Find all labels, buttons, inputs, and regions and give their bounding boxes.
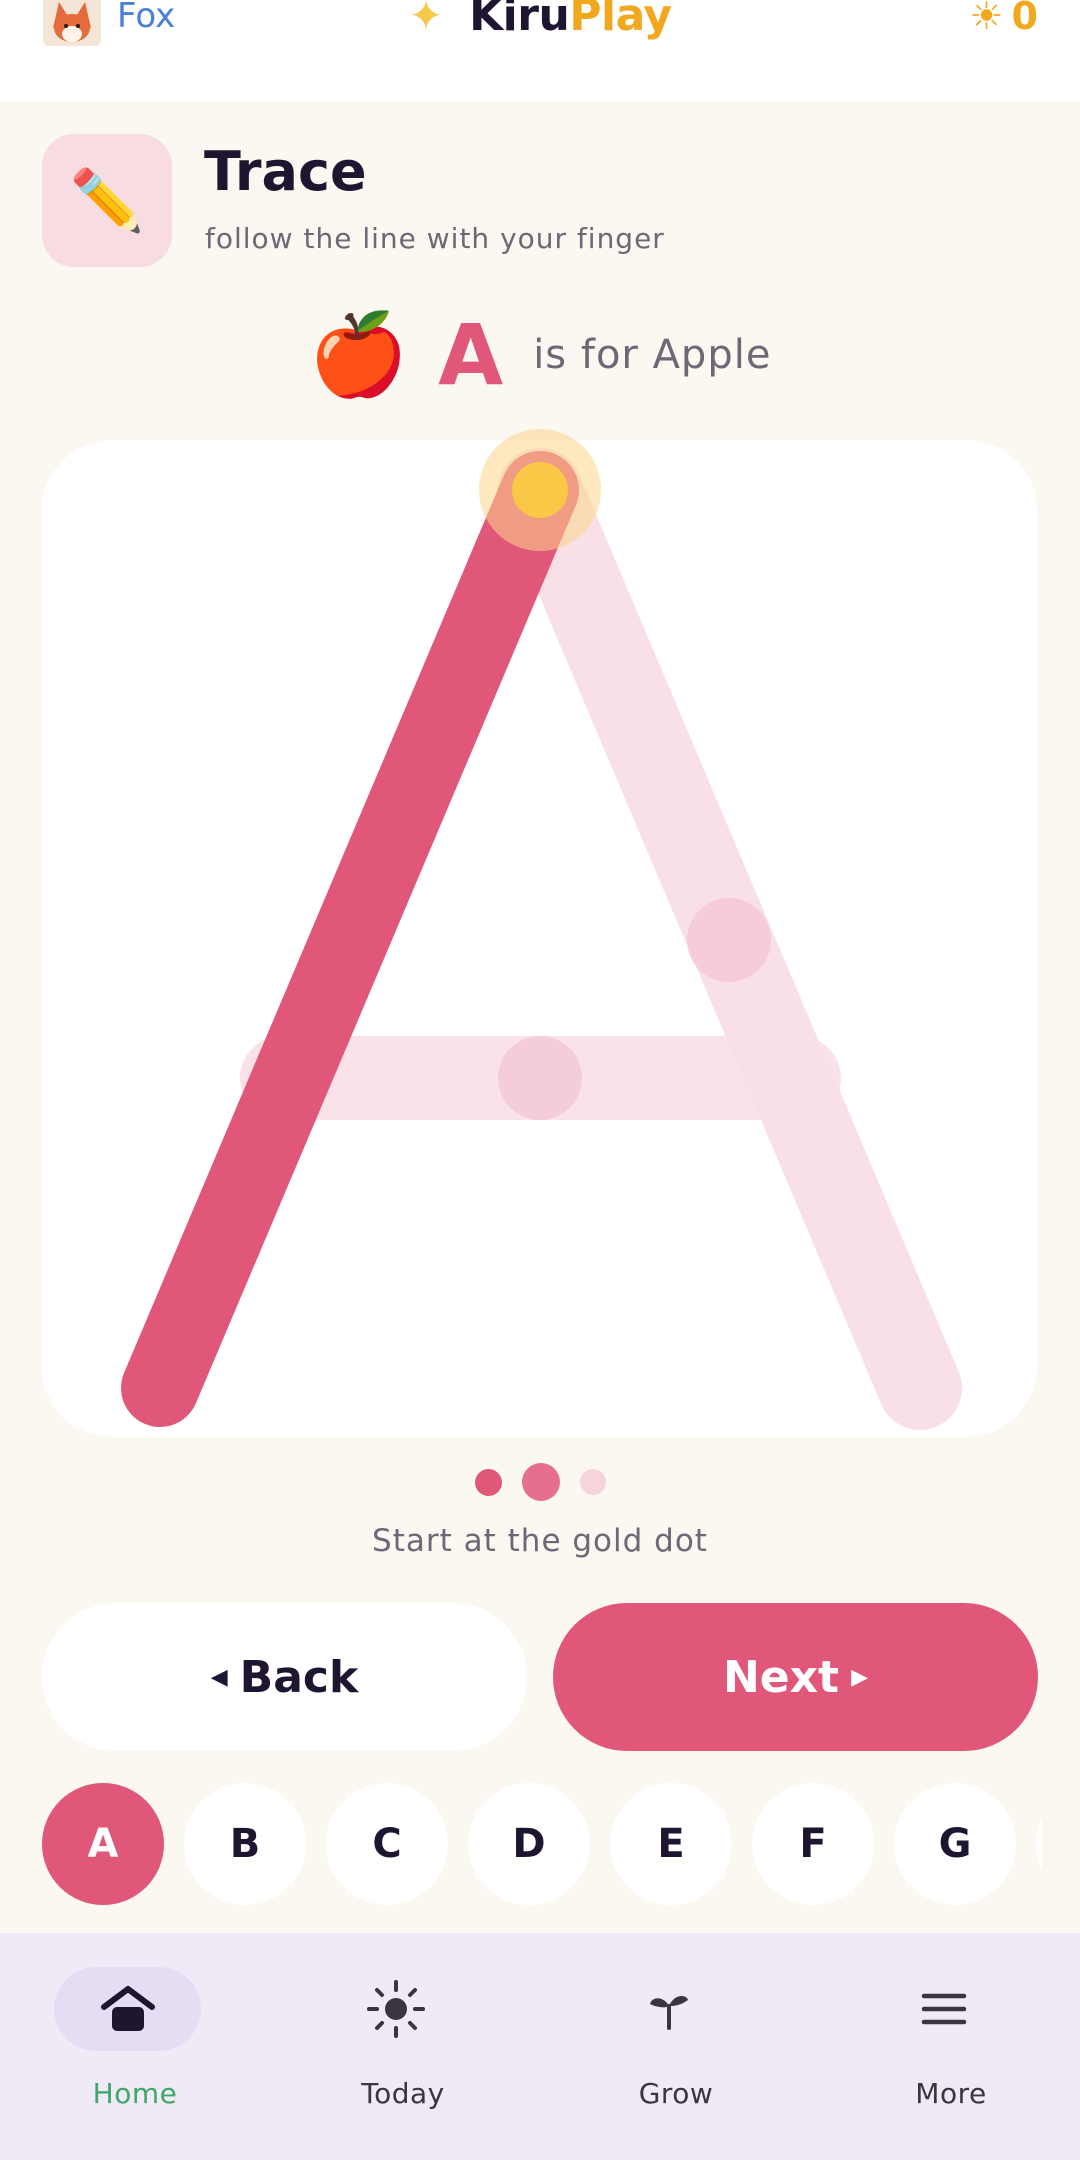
back-button[interactable]: ◀ Back: [42, 1603, 527, 1751]
letter-chip[interactable]: C: [326, 1783, 448, 1905]
traced-stroke-left: [121, 451, 579, 1427]
progress-dot-current: [521, 1463, 560, 1501]
menu-icon: [870, 1967, 1017, 2051]
letter-chip[interactable]: F: [752, 1783, 874, 1905]
nav-label-today: Today: [361, 2077, 445, 2110]
left-arrow-icon: ◀: [210, 1664, 228, 1690]
next-button[interactable]: Next ▶: [553, 1603, 1038, 1751]
letter-picker[interactable]: A B C D E F G H: [42, 1783, 1042, 1905]
checkpoint-dot: [498, 1036, 582, 1120]
nav-label-grow: Grow: [638, 2077, 714, 2110]
right-arrow-icon: ▶: [851, 1664, 868, 1690]
start-dot[interactable]: [512, 462, 568, 518]
nav-grow[interactable]: Grow: [541, 1933, 811, 2160]
sun-icon: [322, 1967, 469, 2051]
nav-more[interactable]: More: [816, 1933, 1080, 2160]
home-icon: [54, 1967, 201, 2051]
next-label: Next: [722, 1651, 840, 1703]
back-label: Back: [239, 1651, 359, 1703]
letter-chip[interactable]: G: [894, 1783, 1016, 1905]
sprout-icon: [595, 1967, 742, 2051]
bottom-navigation: Home Today Grow More: [0, 1933, 1080, 2160]
nav-label-home: Home: [92, 2077, 178, 2110]
letter-chip[interactable]: E: [610, 1783, 732, 1905]
trace-canvas[interactable]: [42, 429, 1037, 1437]
hint-text: Start at the gold dot: [372, 1523, 708, 1559]
step-progress: [0, 1462, 1080, 1502]
nav-label-more: More: [915, 2077, 987, 2110]
letter-chip[interactable]: B: [184, 1783, 306, 1905]
letter-chip[interactable]: A: [42, 1783, 164, 1905]
checkpoint-dot: [687, 898, 771, 982]
letter-chip[interactable]: H: [1036, 1783, 1042, 1905]
progress-dot-todo: [579, 1469, 606, 1495]
nav-today[interactable]: Today: [268, 1933, 538, 2160]
letter-chip[interactable]: D: [468, 1783, 590, 1905]
progress-dot-done: [474, 1468, 502, 1496]
nav-home[interactable]: Home: [0, 1933, 270, 2160]
